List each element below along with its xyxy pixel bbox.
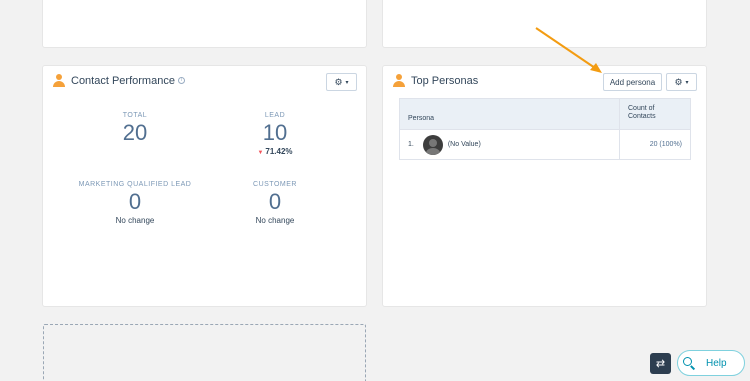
avatar bbox=[422, 134, 443, 155]
metric-value: 0 bbox=[128, 189, 142, 214]
personas-table: Persona Count of Contacts 1. (No Value) … bbox=[399, 98, 691, 160]
info-icon[interactable]: i bbox=[177, 77, 185, 84]
contact-performance-title: Contact Performance bbox=[71, 74, 175, 87]
chevron-down-icon: ▾ bbox=[685, 79, 689, 86]
switch-icon[interactable]: ⇄ bbox=[650, 353, 671, 374]
contact-performance-card: Contact Performance i ⚙ ▾ TOTAL 20 LEAD … bbox=[43, 66, 366, 306]
metric-change: ▼ 71.42% bbox=[257, 147, 293, 156]
header-count[interactable]: Count of Contacts bbox=[619, 99, 690, 129]
down-arrow-icon: ▼ bbox=[257, 150, 264, 156]
metric-value: 20 bbox=[122, 120, 148, 145]
metric-value: 10 bbox=[262, 120, 288, 145]
persona-name: (No Value) bbox=[447, 141, 481, 148]
metric-label: LEAD bbox=[264, 112, 286, 119]
person-icon bbox=[53, 74, 65, 87]
annotation-arrow bbox=[535, 27, 602, 73]
metric-change: No change bbox=[255, 216, 295, 225]
top-personas-title: Top Personas bbox=[411, 74, 479, 87]
metric-change: No change bbox=[115, 216, 155, 225]
help-button[interactable]: Help bbox=[677, 350, 745, 376]
help-label: Help bbox=[706, 357, 727, 369]
gear-icon: ⚙ bbox=[674, 76, 683, 87]
chevron-down-icon: ▾ bbox=[345, 79, 349, 86]
table-header: Persona Count of Contacts bbox=[400, 99, 690, 130]
count-cell: 20 (100%) bbox=[619, 130, 690, 159]
metric-value: 0 bbox=[268, 189, 282, 214]
settings-dropdown-button[interactable]: ⚙ ▾ bbox=[326, 73, 357, 91]
row-rank: 1. bbox=[408, 141, 414, 148]
settings-dropdown-button[interactable]: ⚙ ▾ bbox=[666, 73, 697, 91]
metric-label: CUSTOMER bbox=[253, 181, 297, 188]
add-report-placeholder[interactable] bbox=[43, 324, 366, 381]
top-left-card bbox=[43, 0, 366, 47]
top-personas-card: Top Personas Add persona ⚙ ▾ Persona Cou… bbox=[383, 66, 706, 306]
metric-lead: LEAD 10 ▼ 71.42% bbox=[205, 112, 345, 156]
metric-label: TOTAL bbox=[122, 112, 148, 119]
person-icon bbox=[393, 74, 405, 87]
metric-customer: CUSTOMER 0 No change bbox=[205, 181, 345, 225]
metric-label: MARKETING QUALIFIED LEAD bbox=[78, 181, 192, 188]
persona-cell: 1. (No Value) bbox=[400, 134, 619, 155]
header-persona[interactable]: Persona bbox=[400, 99, 619, 129]
metric-mql: MARKETING QUALIFIED LEAD 0 No change bbox=[65, 181, 205, 225]
metric-total: TOTAL 20 bbox=[65, 112, 205, 144]
card-title: Top Personas bbox=[393, 74, 478, 87]
add-persona-button[interactable]: Add persona bbox=[603, 73, 662, 91]
gear-icon: ⚙ bbox=[334, 76, 343, 87]
table-row: 1. (No Value) 20 (100%) bbox=[400, 130, 690, 159]
search-icon bbox=[682, 356, 696, 370]
card-title: Contact Performance i bbox=[53, 74, 185, 87]
